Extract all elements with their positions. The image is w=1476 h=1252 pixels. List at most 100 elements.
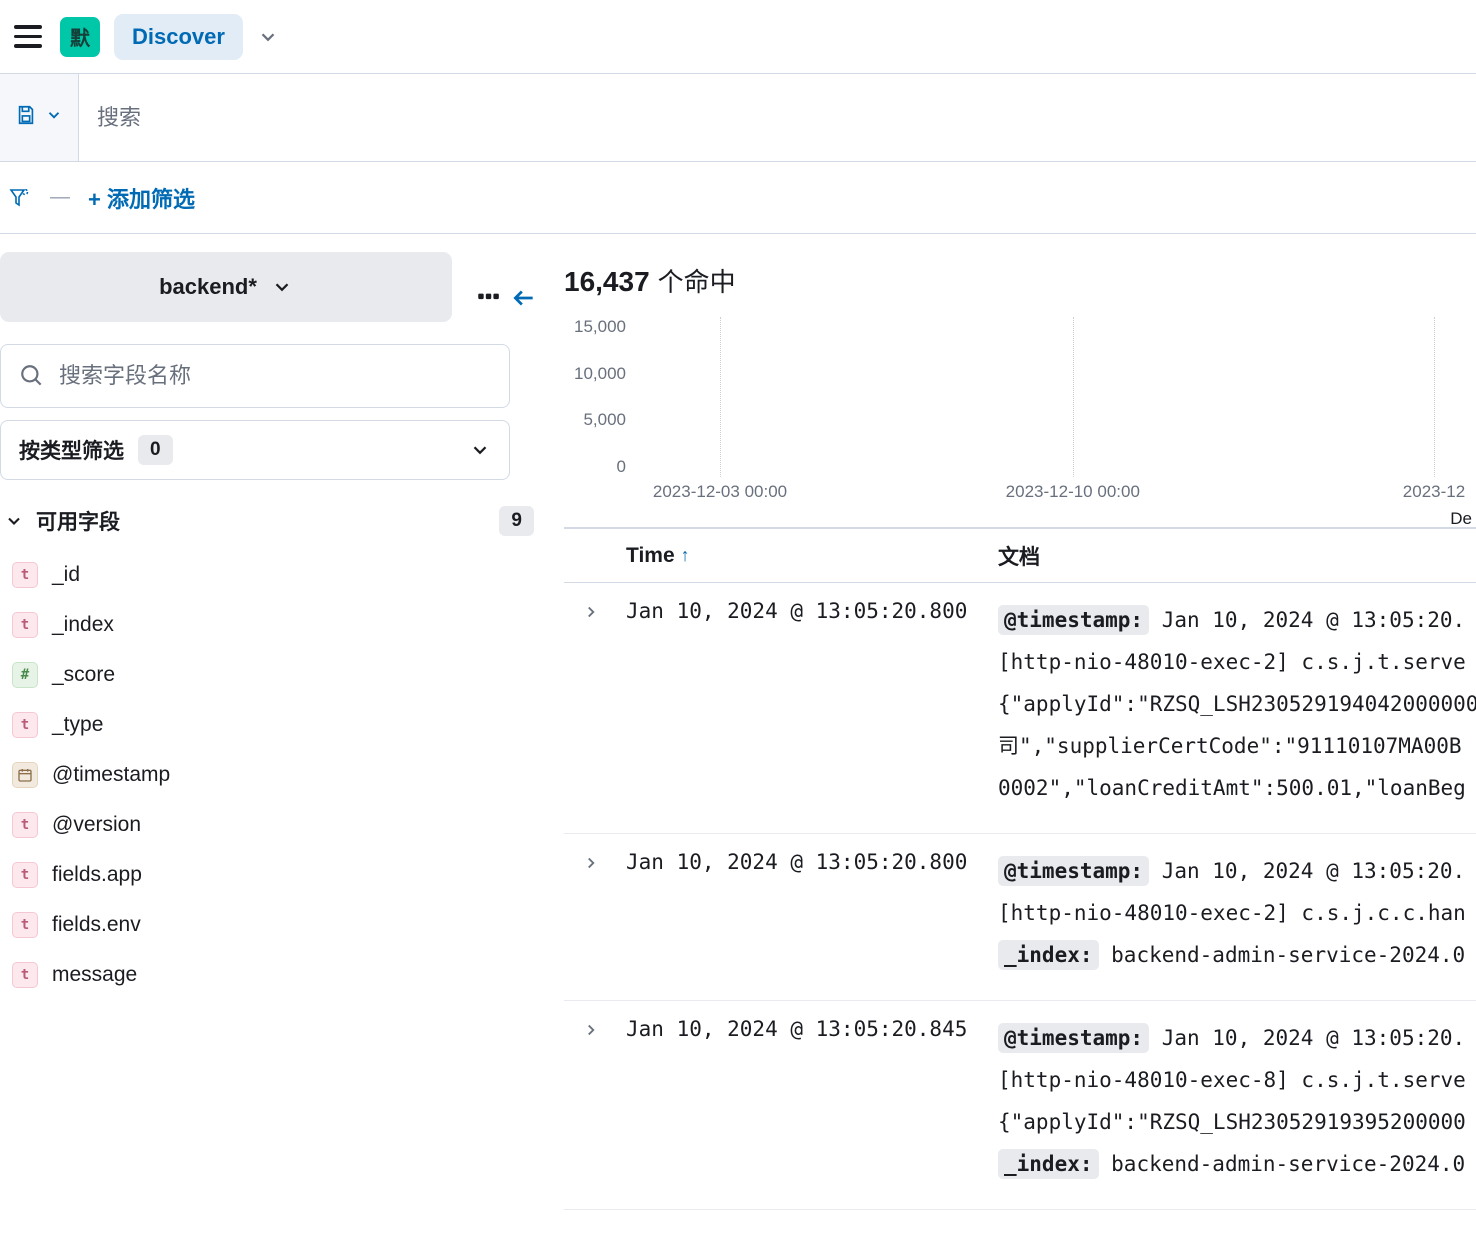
available-fields-count: 9	[499, 506, 534, 536]
doc-text: Jan 10, 2024 @ 13:05:20.	[1149, 608, 1465, 632]
field-name: _score	[52, 663, 115, 687]
doc-field-tag: @timestamp:	[998, 856, 1149, 886]
field-item[interactable]: t_index	[0, 600, 552, 650]
field-name: @timestamp	[52, 763, 170, 787]
index-pattern-selector[interactable]: backend*	[0, 252, 452, 322]
type-filter[interactable]: 按类型筛选 0	[0, 420, 510, 480]
doc-text: 0002","loanCreditAmt":500.01,"loanBeg	[998, 776, 1466, 800]
index-pattern-label: backend*	[159, 274, 257, 300]
field-item[interactable]: @timestamp	[0, 750, 552, 800]
histogram-chart[interactable]: 15,00010,0005,0000 2023-12-03 00:00 2023…	[564, 317, 1476, 517]
column-doc[interactable]: 文档	[998, 541, 1476, 571]
chevron-down-icon	[4, 511, 24, 531]
chevron-down-icon[interactable]	[257, 26, 279, 48]
hits-count: 16,437 个命中	[564, 252, 1476, 317]
search-icon	[19, 363, 45, 389]
doc-text: {"applyId":"RZSQ_LSH230529194042000000	[998, 692, 1476, 716]
collapse-sidebar-icon[interactable]	[511, 285, 537, 311]
field-item[interactable]: t message	[0, 950, 552, 1000]
available-fields-label: 可用字段	[36, 506, 120, 536]
chevron-down-icon	[469, 439, 491, 461]
cell-time: Jan 10, 2024 @ 13:05:20.800	[618, 599, 998, 809]
doc-field-tag: @timestamp:	[998, 605, 1149, 635]
field-item[interactable]: t fields.env	[0, 900, 552, 950]
searchbar	[0, 74, 1476, 162]
field-name: @version	[52, 813, 141, 837]
field-type-icon: t	[12, 912, 38, 938]
field-name: _type	[52, 713, 103, 737]
chart-plot	[636, 317, 1476, 477]
table-row: Jan 10, 2024 @ 13:05:20.800@timestamp: J…	[564, 583, 1476, 834]
column-time[interactable]: Time ↑	[618, 544, 998, 568]
y-tick: 10,000	[574, 364, 626, 384]
cell-doc: @timestamp: Jan 10, 2024 @ 13:05:20. [htt…	[998, 1017, 1476, 1185]
expand-row-icon[interactable]	[564, 599, 618, 809]
field-item[interactable]: t _type	[0, 700, 552, 750]
sort-asc-icon: ↑	[681, 545, 690, 566]
field-item[interactable]: #_score	[0, 650, 552, 700]
available-fields-header[interactable]: 可用字段 9	[0, 492, 552, 550]
filter-bar: — + 添加筛选	[0, 162, 1476, 234]
doc-text: 司","supplierCertCode":"91110107MA00B	[998, 734, 1462, 758]
doc-text: Jan 10, 2024 @ 13:05:20.	[1149, 1026, 1465, 1050]
field-name: fields.env	[52, 913, 141, 937]
search-input[interactable]	[97, 105, 1458, 131]
field-name: _id	[52, 563, 80, 587]
field-type-icon: t	[12, 612, 38, 638]
table-row: Jan 10, 2024 @ 13:05:20.845@timestamp: J…	[564, 1001, 1476, 1210]
y-tick: 5,000	[583, 410, 626, 430]
hits-number: 16,437	[564, 266, 650, 298]
field-name: message	[52, 963, 137, 987]
type-filter-count: 0	[138, 435, 173, 465]
sidebar: backend* 按类型筛选 0	[0, 234, 552, 1252]
expand-row-icon[interactable]	[564, 1017, 618, 1185]
field-type-icon: t	[12, 962, 38, 988]
field-type-icon: t	[12, 862, 38, 888]
expand-row-icon[interactable]	[564, 850, 618, 976]
chart-x-label: De	[1450, 509, 1472, 529]
content: backend* 按类型筛选 0	[0, 234, 1476, 1252]
y-axis-ticks: 15,000 10,000 5,000 0	[564, 317, 634, 477]
y-tick: 0	[617, 457, 626, 477]
filter-options-icon[interactable]	[0, 186, 32, 210]
table-row: Jan 10, 2024 @ 13:05:20.800@timestamp: J…	[564, 834, 1476, 1001]
field-type-icon: t	[12, 812, 38, 838]
chevron-down-icon	[271, 276, 293, 298]
field-item[interactable]: tfields.app	[0, 850, 552, 900]
doc-text: [http-nio-48010-exec-2] c.s.j.c.c.han	[998, 901, 1466, 925]
doc-text: Jan 10, 2024 @ 13:05:20.	[1149, 859, 1465, 883]
field-list: t_idt_index#_scoret_type@timestampt@vers…	[0, 550, 552, 1000]
doc-text: [http-nio-48010-exec-8] c.s.j.t.serve	[998, 1068, 1466, 1092]
field-search-input[interactable]	[59, 363, 491, 389]
divider: —	[50, 186, 70, 209]
field-type-icon: t	[12, 562, 38, 588]
field-type-icon: t	[12, 712, 38, 738]
doc-field-tag: @timestamp:	[998, 1023, 1149, 1053]
field-options-icon[interactable]	[475, 285, 501, 311]
topbar: 默 Discover	[0, 0, 1476, 74]
cell-doc: @timestamp: Jan 10, 2024 @ 13:05:20. [htt…	[998, 599, 1476, 809]
menu-icon[interactable]	[10, 19, 46, 55]
type-filter-label: 按类型筛选	[19, 435, 124, 465]
saved-query-button[interactable]	[0, 74, 79, 161]
field-item[interactable]: t @version	[0, 800, 552, 850]
doc-text: backend-admin-service-2024.0	[1099, 943, 1466, 967]
field-item[interactable]: t _id	[0, 550, 552, 600]
table-header: Time ↑ 文档	[564, 527, 1476, 583]
cell-time: Jan 10, 2024 @ 13:05:20.800	[618, 850, 998, 976]
discover-button[interactable]: Discover	[114, 14, 243, 60]
field-type-icon	[12, 762, 38, 788]
app-badge[interactable]: 默	[60, 17, 100, 57]
cell-time: Jan 10, 2024 @ 13:05:20.845	[618, 1017, 998, 1185]
main: 16,437 个命中 15,00010,0005,0000 2023-12-03…	[552, 234, 1476, 1252]
doc-field-tag: _index:	[998, 1149, 1099, 1179]
y-tick: 15,000	[574, 317, 626, 337]
doc-text: [http-nio-48010-exec-2] c.s.j.t.serve	[998, 650, 1466, 674]
chevron-down-icon	[45, 106, 63, 129]
doc-text: {"applyId":"RZSQ_LSH23052919395200000	[998, 1110, 1466, 1134]
doc-field-tag: _index:	[998, 940, 1099, 970]
field-search	[0, 344, 510, 408]
table-body: Jan 10, 2024 @ 13:05:20.800@timestamp: J…	[564, 583, 1476, 1210]
add-filter-button[interactable]: + 添加筛选	[88, 182, 195, 214]
cell-doc: @timestamp: Jan 10, 2024 @ 13:05:20. [htt…	[998, 850, 1476, 976]
